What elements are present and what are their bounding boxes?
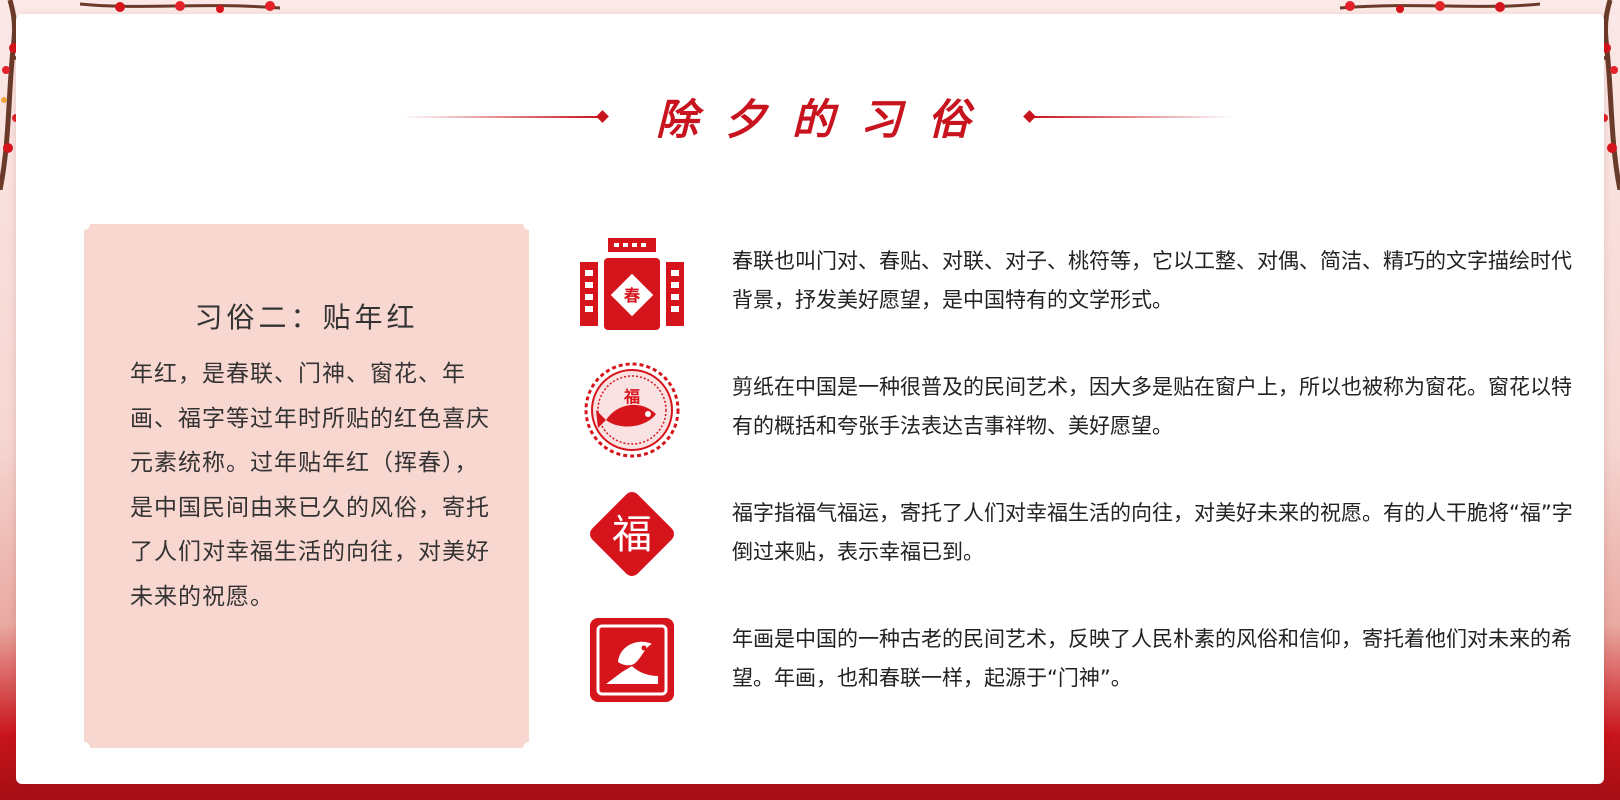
couplet-icon-char: 春 <box>623 286 641 305</box>
title-divider-left <box>401 116 601 118</box>
panel-heading: 习俗二：贴年红 <box>194 301 419 334</box>
panel-body: 年红，是春联、门神、窗花、年画、福字等过年时所贴的红色喜庆元素统称。过年贴年红（… <box>130 361 490 610</box>
couplet-icon: 春 <box>580 238 684 330</box>
content-card: 除夕的习俗 习俗二：贴年红 年红，是春联、门神、窗花、年画、福字等过年时所贴的红… <box>16 14 1604 784</box>
custom-item-papercut: 福 剪纸在中国是一种很普及的民间艺术，因大多是贴在窗户上，所以也被称为窗花。窗花… <box>572 362 1572 462</box>
diamond-icon <box>596 110 609 123</box>
item-text: 春联也叫门对、春贴、对联、对子、桃符等，它以工整、对偶、简洁、精巧的文字描绘时代… <box>732 249 1572 312</box>
item-text: 福字指福气福运，寄托了人们对幸福生活的向往，对美好未来的祝愿。有的人干脆将“福”… <box>732 501 1573 564</box>
custom-item-couplet: 春 春联也叫门对、春贴、对联、对子、桃符等，它以工整、对偶、简洁、精巧的文字描绘… <box>572 236 1572 336</box>
fu-character-icon: 福 <box>590 492 674 576</box>
papercut-icon-char: 福 <box>623 387 640 406</box>
page-title: 除夕的习俗 <box>655 95 996 144</box>
papercut-icon: 福 <box>584 362 680 458</box>
fu-icon-char: 福 <box>612 512 652 558</box>
custom-panel: 习俗二：贴年红 年红，是春联、门神、窗花、年画、福字等过年时所贴的红色喜庆元素统… <box>78 218 535 754</box>
custom-item-fu: 福 福字指福气福运，寄托了人们对幸福生活的向往，对美好未来的祝愿。有的人干脆将“… <box>572 488 1573 588</box>
new-year-painting-icon <box>590 618 674 702</box>
item-text: 剪纸在中国是一种很普及的民间艺术，因大多是贴在窗户上，所以也被称为窗花。窗花以特… <box>732 375 1572 438</box>
item-text: 年画是中国的一种古老的民间艺术，反映了人民朴素的风俗和信仰，寄托着他们对未来的希… <box>732 627 1572 690</box>
title-divider-right <box>1033 116 1233 118</box>
custom-item-painting: 年画是中国的一种古老的民间艺术，反映了人民朴素的风俗和信仰，寄托着他们对未来的希… <box>572 614 1572 714</box>
title-row: 除夕的习俗 <box>16 84 1604 144</box>
